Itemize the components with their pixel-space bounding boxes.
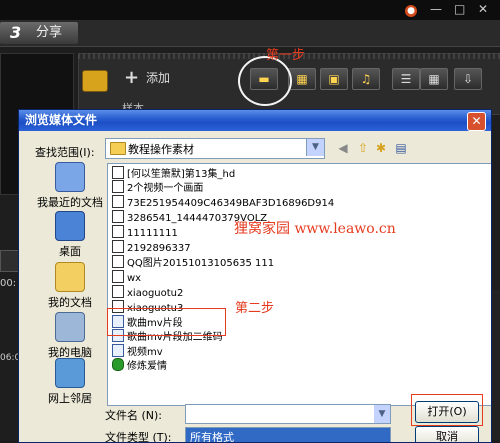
my-computer-icon (55, 312, 85, 342)
tab-number: 3 (10, 23, 22, 42)
list-item[interactable]: [何以笙箫默]第13集_hd (112, 166, 235, 180)
list-item[interactable]: 11111111 (112, 225, 178, 239)
watermark: 狸窝家园 www.leawo.cn (234, 221, 396, 237)
file-name: QQ图片20151013105635 111 (127, 258, 275, 269)
list-item[interactable]: xiaoguotu2 (112, 285, 183, 299)
maximize-icon[interactable]: □ (454, 2, 465, 16)
list-item[interactable]: 2192896337 (112, 240, 191, 254)
file-name: 视频mv (127, 347, 163, 358)
video-file-icon (112, 270, 124, 283)
place-label: 我最近的文档 (37, 196, 103, 209)
minimize-icon[interactable]: — (430, 2, 442, 16)
file-name-label: 文件名 (N): (105, 409, 163, 422)
network-icon (55, 358, 85, 388)
video-file-icon (112, 285, 124, 298)
place-label: 桌面 (59, 245, 81, 258)
look-in-dropdown[interactable]: 教程操作素材 ▼ (105, 138, 325, 159)
list-view-button[interactable]: ☰ (392, 68, 420, 90)
chevron-down-icon[interactable]: ▼ (374, 405, 390, 423)
media-library-icon (82, 70, 108, 92)
file-list[interactable]: [何以笙箫默]第13集_hd 2个视频一个画面 73E251954409C463… (107, 163, 491, 406)
place-desktop[interactable]: 桌面 (27, 211, 113, 259)
video-file-icon (112, 255, 124, 268)
recent-docs-icon (55, 162, 85, 192)
up-folder-icon[interactable]: ⇧ (355, 140, 371, 156)
audio-file-icon (112, 358, 124, 371)
places-bar: 我最近的文档 桌面 我的文档 我的电脑 网上邻居 (27, 162, 113, 412)
video-file-icon (112, 166, 124, 179)
close-icon[interactable]: ✕ (478, 2, 488, 16)
open-button[interactable]: 打开(O) (415, 401, 479, 423)
step2-highlight-box (107, 308, 226, 336)
place-label: 网上邻居 (48, 392, 92, 405)
filter-video-button[interactable]: ▦ (288, 68, 316, 90)
list-item[interactable]: 修炼爱情 (112, 358, 167, 372)
list-item[interactable]: wx (112, 270, 141, 284)
look-in-label: 查找范围(I): (35, 146, 95, 159)
desktop-icon (55, 211, 85, 241)
chevron-down-icon[interactable]: ▼ (306, 139, 324, 156)
sort-button[interactable]: ⇩ (454, 68, 482, 90)
my-documents-icon (55, 262, 85, 292)
dialog-close-button[interactable]: ✕ (467, 112, 486, 131)
video-file-icon (112, 180, 124, 193)
step2-annotation: 第二步 (235, 301, 275, 316)
dialog-title-bar[interactable]: 浏览媒体文件 ✕ (19, 110, 491, 131)
file-name: wx (127, 273, 142, 284)
playback-control[interactable] (0, 250, 20, 272)
place-label: 我的文档 (48, 296, 92, 309)
file-name: 11111111 (127, 228, 178, 239)
video-file-icon (112, 225, 124, 238)
place-my-computer[interactable]: 我的电脑 (27, 312, 113, 360)
step1-highlight-circle (238, 56, 292, 106)
file-name: 2个视频一个画面 (127, 183, 204, 194)
list-item[interactable]: 73E251954409C46349BAF3D16896D914 (112, 195, 334, 209)
video-file-icon (112, 240, 124, 253)
dialog-title: 浏览媒体文件 (25, 113, 98, 127)
browse-media-dialog: 浏览媒体文件 ✕ 查找范围(I): 教程操作素材 ▼ ◀ ⇧ ✱ ▤ 我最近的文… (18, 109, 492, 443)
filter-audio-button[interactable]: ♫ (352, 68, 380, 90)
back-icon[interactable]: ◀ (335, 140, 351, 156)
new-folder-icon[interactable]: ✱ (373, 140, 389, 156)
grid-view-button[interactable]: ▦ (420, 68, 448, 90)
look-in-value: 教程操作素材 (128, 143, 194, 156)
tab-share-label: 分享 (36, 25, 63, 40)
add-icon[interactable]: + (124, 68, 139, 88)
file-name-input[interactable]: ▼ (185, 404, 391, 424)
file-name: xiaoguotu2 (127, 288, 184, 299)
file-name: 修炼爱情 (127, 361, 167, 372)
place-my-documents[interactable]: 我的文档 (27, 262, 113, 310)
folder-icon (110, 142, 126, 155)
list-item[interactable]: 2个视频一个画面 (112, 180, 203, 194)
video-file-icon (112, 210, 124, 223)
filter-image-button[interactable]: ▣ (320, 68, 348, 90)
video-file-icon (112, 344, 124, 357)
list-item[interactable]: 视频mv (112, 344, 163, 358)
place-network[interactable]: 网上邻居 (27, 358, 113, 406)
add-media-label[interactable]: 添加 (146, 70, 170, 86)
step1-annotation: 第一步 (266, 48, 306, 63)
timecode-label: 00: (0, 278, 17, 289)
file-name: 73E251954409C46349BAF3D16896D914 (127, 198, 335, 209)
app-title-bar (0, 0, 500, 20)
file-name: [何以笙箫默]第13集_hd (127, 169, 236, 180)
cancel-button[interactable]: 取消 (415, 426, 479, 442)
video-file-icon (112, 195, 124, 208)
status-icon[interactable]: ● (405, 5, 417, 17)
tab-share[interactable]: 3 分享 (0, 22, 78, 44)
place-recent-docs[interactable]: 我最近的文档 (27, 162, 113, 210)
list-item[interactable]: QQ图片20151013105635 111 (112, 255, 274, 269)
file-name: 2192896337 (127, 243, 191, 254)
view-menu-icon[interactable]: ▤ (393, 140, 409, 156)
